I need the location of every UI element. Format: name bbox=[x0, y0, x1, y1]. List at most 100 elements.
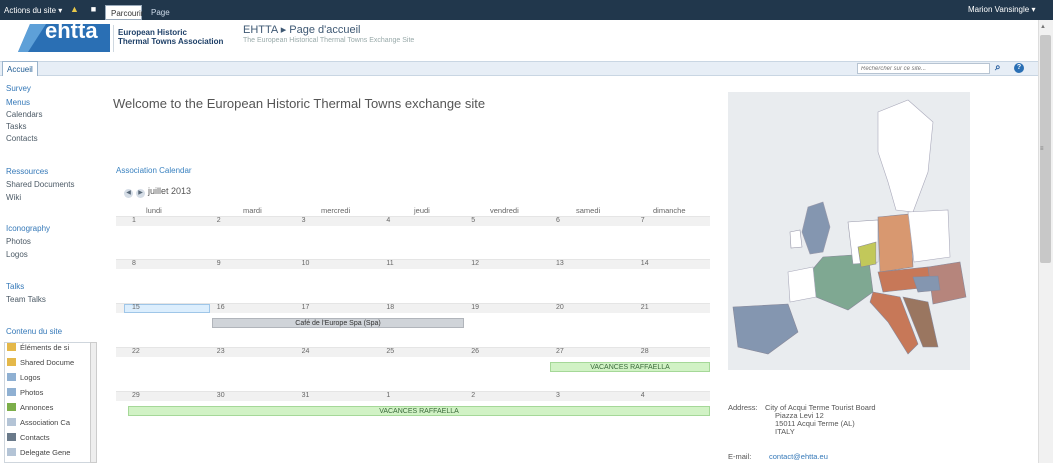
tree-item[interactable]: Association Ca bbox=[7, 418, 89, 430]
calendar-day-number[interactable]: 12 bbox=[471, 260, 479, 267]
nav-wiki[interactable]: Wiki bbox=[6, 193, 21, 202]
calendar-day-number[interactable]: 10 bbox=[302, 260, 310, 267]
weekday-header: mercredi bbox=[321, 206, 351, 215]
tree-scrollbar[interactable] bbox=[90, 342, 97, 463]
search-input[interactable] bbox=[857, 63, 990, 74]
calendar-list-icon bbox=[7, 418, 16, 426]
calendar-day-number[interactable]: 16 bbox=[217, 304, 225, 311]
tree-item[interactable]: Contacts bbox=[7, 433, 89, 445]
tree-item[interactable]: Logos bbox=[7, 373, 89, 385]
tree-item[interactable]: Éléments de si bbox=[7, 343, 89, 355]
library-icon bbox=[7, 373, 16, 381]
navigate-up-icon[interactable]: ▲ bbox=[69, 4, 80, 14]
site-content-tree: Éléments de si Shared Docume Logos Photo… bbox=[4, 342, 94, 463]
edit-page-icon[interactable]: ■ bbox=[88, 4, 99, 14]
calendar-grid: lundi mardi mercredi jeudi vendredi samedi dim… bbox=[116, 202, 710, 438]
folder-icon bbox=[7, 343, 16, 351]
calendar-day-number[interactable]: 31 bbox=[302, 392, 310, 399]
week-date-strip bbox=[116, 260, 710, 269]
calendar-day-number[interactable]: 3 bbox=[556, 392, 560, 399]
association-name-line2: Thermal Towns Association bbox=[118, 37, 224, 46]
calendar-day-number[interactable]: 13 bbox=[556, 260, 564, 267]
calendar-day-number[interactable]: 24 bbox=[302, 348, 310, 355]
next-month-icon[interactable]: ▶ bbox=[136, 189, 145, 198]
calendar-day-number[interactable]: 21 bbox=[641, 304, 649, 311]
calendar-day-number[interactable]: 23 bbox=[217, 348, 225, 355]
calendar-day-number[interactable]: 19 bbox=[471, 304, 479, 311]
calendar-event[interactable]: Café de l'Europe Spa (Spa) bbox=[212, 318, 464, 328]
weekday-header: samedi bbox=[576, 206, 601, 215]
nav-tasks[interactable]: Tasks bbox=[6, 122, 26, 131]
week-date-strip bbox=[116, 348, 710, 357]
calendar-day-number[interactable]: 14 bbox=[641, 260, 649, 267]
nav-heading-iconography[interactable]: Iconography bbox=[6, 224, 50, 233]
nav-photos[interactable]: Photos bbox=[6, 237, 31, 246]
calendar-day-number[interactable]: 5 bbox=[471, 217, 475, 224]
page-title: Welcome to the European Historic Thermal… bbox=[113, 96, 486, 111]
nav-survey[interactable]: Survey bbox=[6, 84, 31, 93]
breadcrumb[interactable]: EHTTA ▸ Page d'accueil bbox=[243, 23, 360, 36]
previous-month-icon[interactable]: ◀ bbox=[124, 189, 133, 198]
calendar-day-number[interactable]: 1 bbox=[132, 217, 136, 224]
scroll-up-icon[interactable]: ▲ bbox=[1040, 24, 1046, 30]
tree-item[interactable]: Photos bbox=[7, 388, 89, 400]
calendar-day-number[interactable]: 25 bbox=[386, 348, 394, 355]
nav-contacts[interactable]: Contacts bbox=[6, 134, 38, 143]
calendar-day-number[interactable]: 2 bbox=[471, 392, 475, 399]
calendar-day-number[interactable]: 4 bbox=[386, 217, 390, 224]
list-icon bbox=[7, 448, 16, 456]
calendar-day-number[interactable]: 6 bbox=[556, 217, 560, 224]
user-menu[interactable]: Marion Vansingle ▾ bbox=[968, 5, 1035, 14]
calendar-day-number[interactable]: 28 bbox=[641, 348, 649, 355]
help-icon[interactable]: ? bbox=[1014, 63, 1024, 73]
europe-map[interactable] bbox=[728, 92, 970, 370]
tree-item[interactable]: Delegate Gene bbox=[7, 448, 89, 460]
calendar-day-number[interactable]: 20 bbox=[556, 304, 564, 311]
calendar-day-number[interactable]: 26 bbox=[471, 348, 479, 355]
calendar-day-number[interactable]: 4 bbox=[641, 392, 645, 399]
site-description: The European Historical Thermal Towns Ex… bbox=[243, 37, 415, 44]
calendar-day-number[interactable]: 2 bbox=[217, 217, 221, 224]
calendar-event[interactable]: VACANCES RAFFAELLA bbox=[550, 362, 710, 372]
calendar-day-number[interactable]: 7 bbox=[641, 217, 645, 224]
nav-team-talks[interactable]: Team Talks bbox=[6, 295, 46, 304]
email-link[interactable]: contact@ehtta.eu bbox=[769, 452, 828, 461]
calendar-navigator: ◀ ▶ juillet 2013 bbox=[124, 186, 191, 198]
tab-page[interactable]: Page bbox=[151, 8, 170, 17]
nav-logos[interactable]: Logos bbox=[6, 250, 28, 259]
weekday-header: dimanche bbox=[653, 206, 686, 215]
search-icon[interactable]: ⌕ bbox=[995, 62, 1001, 73]
calendar-day-number[interactable]: 29 bbox=[132, 392, 140, 399]
calendar-day-number[interactable]: 9 bbox=[217, 260, 221, 267]
nav-shared-documents[interactable]: Shared Documents bbox=[6, 180, 74, 189]
nav-calendars[interactable]: Calendars bbox=[6, 110, 42, 119]
calendar-day-number[interactable]: 22 bbox=[132, 348, 140, 355]
tree-item[interactable]: Shared Docume bbox=[7, 358, 89, 370]
calendar-day-number[interactable]: 17 bbox=[302, 304, 310, 311]
association-name: European Historic Thermal Towns Associat… bbox=[118, 28, 248, 46]
calendar-day-number[interactable]: 8 bbox=[132, 260, 136, 267]
nav-heading-talks[interactable]: Talks bbox=[6, 282, 24, 291]
tab-browse[interactable]: Parcourir bbox=[105, 5, 143, 20]
contacts-icon bbox=[7, 433, 16, 441]
ribbon-bar: Actions du site ▾ ▲ ■ Parcourir Page Mar… bbox=[0, 0, 1053, 20]
calendar-day-number[interactable]: 27 bbox=[556, 348, 564, 355]
logo-divider bbox=[113, 25, 114, 52]
address-line: ITALY bbox=[775, 427, 795, 436]
calendar-day-number[interactable]: 3 bbox=[302, 217, 306, 224]
tree-item[interactable]: Annonces bbox=[7, 403, 89, 415]
calendar-day-number[interactable]: 30 bbox=[217, 392, 225, 399]
nav-home-tab[interactable]: Accueil bbox=[2, 61, 38, 76]
nav-heading-site-content[interactable]: Contenu du site bbox=[6, 327, 62, 336]
calendar-event[interactable]: VACANCES RAFFAELLA bbox=[128, 406, 710, 416]
calendar-day-number[interactable]: 1 bbox=[386, 392, 390, 399]
calendar-day-number[interactable]: 11 bbox=[386, 260, 393, 267]
calendar-day-number[interactable]: 15 bbox=[132, 304, 140, 311]
site-actions-menu[interactable]: Actions du site ▾ bbox=[4, 6, 62, 15]
calendar-day-number[interactable]: 18 bbox=[386, 304, 394, 311]
nav-menus[interactable]: Menus bbox=[6, 98, 30, 107]
calendar-web-part-title[interactable]: Association Calendar bbox=[116, 166, 192, 175]
nav-heading-resources[interactable]: Ressources bbox=[6, 167, 48, 176]
week-date-strip bbox=[116, 392, 710, 401]
logo-wordmark: ehtta bbox=[45, 18, 98, 43]
